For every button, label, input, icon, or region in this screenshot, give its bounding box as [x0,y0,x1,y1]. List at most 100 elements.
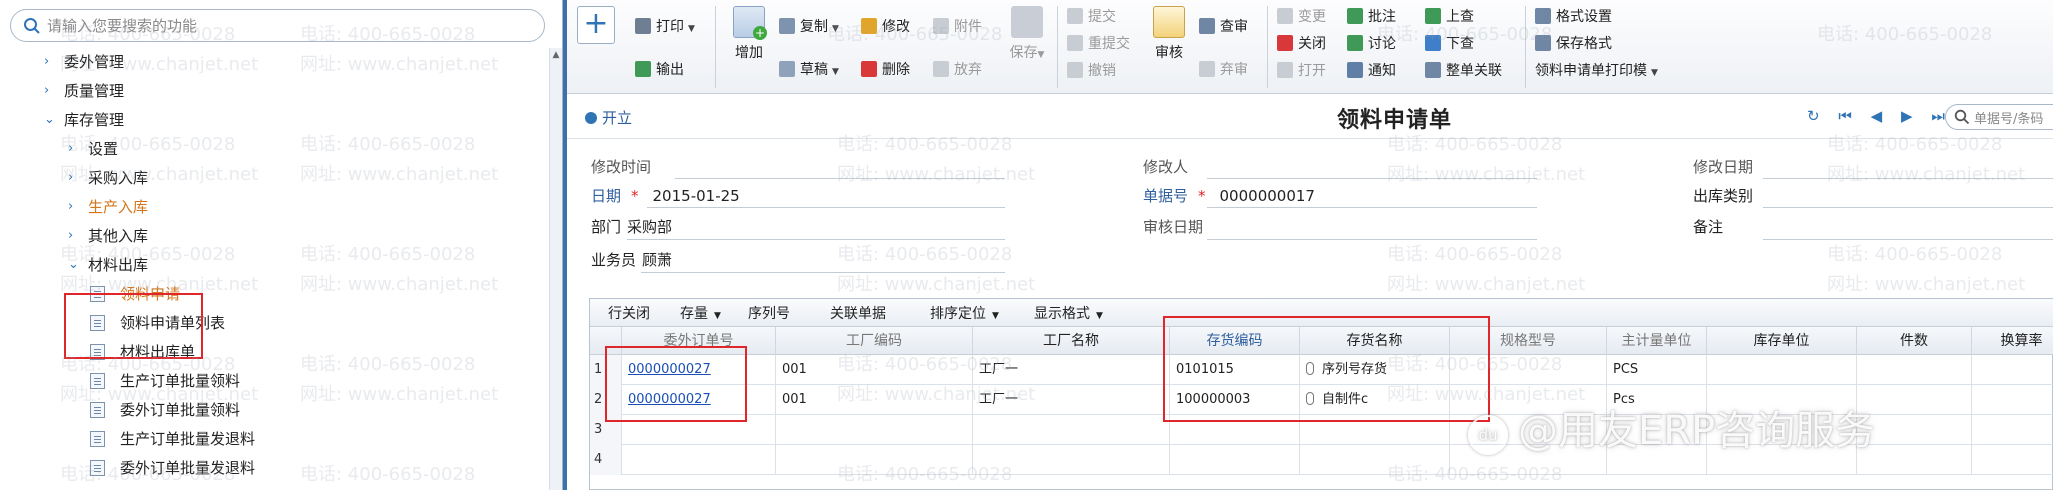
stock-unit-cell[interactable] [1707,445,1857,475]
date-value[interactable]: 2015-01-25 [653,187,740,205]
factory-name-cell[interactable]: 工厂一 [973,385,1170,415]
last-record-icon[interactable]: ⏭ [1931,107,1945,125]
function-search-input[interactable] [47,14,537,38]
main-unit-cell[interactable]: PCS [1607,355,1707,385]
modify-date-field: 修改日期 [1693,158,1754,176]
conversion-rate-cell[interactable] [1972,415,2053,445]
factory-name-cell[interactable] [973,415,1170,445]
watermark-text: 电话: 400-665-0028 [300,464,476,485]
bill-no-value[interactable]: 0000000017 [1220,187,1315,205]
department-field[interactable]: 部门 采购部 [591,214,672,240]
review-button[interactable]: 查审 [1199,16,1248,38]
stock-unit-cell[interactable] [1707,415,1857,445]
inventory-code-cell[interactable] [1170,445,1300,475]
pieces-cell[interactable] [1857,355,1972,385]
pieces-cell[interactable] [1857,385,1972,415]
change-button[interactable]: 变更 [1277,6,1326,28]
sort-locate-button[interactable]: 排序定位 ▼ [930,303,999,323]
out-type-field[interactable]: 出库类别 [1693,183,1753,209]
bill-no-field[interactable]: 单据号 * 0000000017 [1143,183,1315,209]
abandon-button[interactable]: 放弃 [933,59,982,81]
first-record-icon[interactable]: ⏮ [1838,107,1852,125]
col-header-factory-name[interactable]: 工厂名称 [973,327,1170,355]
prev-query-button[interactable]: 上查 [1425,6,1474,28]
format-setting-button[interactable]: 格式设置 [1535,6,1612,28]
factory-name-cell[interactable] [973,445,1170,475]
delete-button[interactable]: 删除 [861,59,910,81]
tree-scrollbar[interactable]: ▲ [549,48,562,490]
submit-button[interactable]: 提交 [1067,6,1116,28]
attachment-button[interactable]: 附件 [933,16,982,38]
add-button[interactable]: + 增加 [727,6,771,62]
factory-code-cell[interactable] [776,445,973,475]
next-query-button[interactable]: 下查 [1425,33,1474,55]
date-field[interactable]: 日期 * 2015-01-25 [591,183,740,209]
display-format-button[interactable]: 显示格式 ▼ [1034,303,1103,323]
order-no-cell[interactable] [622,445,776,475]
required-mark: * [631,187,639,205]
refresh-icon[interactable]: ↻ [1807,107,1820,125]
col-header-pieces[interactable]: 件数 [1857,327,1972,355]
discuss-button[interactable]: 讨论 [1347,33,1396,55]
copy-button[interactable]: 复制 ▼ [779,16,839,38]
col-header-conversion-rate[interactable]: 换算率 [1972,327,2053,355]
table-row[interactable]: 4 [590,445,2053,475]
audit-button[interactable]: 审核 [1147,6,1191,62]
print-button[interactable]: 打印 ▼ [635,16,695,38]
new-tab-button[interactable]: + [577,6,615,44]
stock-unit-cell[interactable] [1707,355,1857,385]
remark-field[interactable]: 备注 [1693,214,1723,240]
resubmit-button[interactable]: 重提交 [1067,33,1130,55]
main-unit-cell[interactable] [1607,445,1707,475]
paperclip-icon [933,18,949,34]
change-icon [1277,8,1293,24]
conversion-rate-cell[interactable] [1972,445,2053,475]
status-open-link[interactable]: 开立 [585,107,632,128]
factory-code-cell[interactable]: 001 [776,355,973,385]
bill-search-box[interactable]: 单据号/条码 [1945,104,2053,130]
function-search-box[interactable] [10,9,545,42]
main-unit-cell[interactable] [1607,415,1707,445]
print-template-select[interactable]: 领料申请单打印模 ▼ [1535,60,1658,82]
related-bill-button[interactable]: 关联单据 [830,303,886,323]
pieces-cell[interactable] [1857,415,1972,445]
toolbar-separator [1267,6,1268,88]
notify-button[interactable]: 通知 [1347,60,1396,82]
stock-unit-cell[interactable] [1707,385,1857,415]
factory-name-cell[interactable]: 工厂一 [973,355,1170,385]
department-value[interactable]: 采购部 [627,218,672,236]
col-header-stock-unit[interactable]: 库存单位 [1707,327,1857,355]
link-bill-button[interactable]: 整单关联 [1425,60,1502,82]
export-button[interactable]: 输出 [635,59,684,81]
stock-qty-button[interactable]: 存量 ▼ [680,303,721,323]
watermark-text: 电话: 400-665-0028 [837,244,1013,265]
next-record-icon[interactable]: ▶ [1901,107,1913,125]
scroll-up-arrow-icon[interactable]: ▲ [551,50,561,60]
save-format-button[interactable]: 保存格式 [1535,33,1612,55]
chevron-down-icon: ⌄ [68,257,79,272]
pieces-cell[interactable] [1857,445,1972,475]
modify-button[interactable]: 修改 [861,16,910,38]
annotate-button[interactable]: 批注 [1347,6,1396,28]
factory-code-cell[interactable] [776,415,973,445]
clerk-value[interactable]: 顾萧 [642,251,672,269]
discard-audit-button[interactable]: 弃审 [1199,59,1248,81]
close-bill-button[interactable]: 关闭 [1277,33,1326,55]
col-header-main-unit[interactable]: 主计量单位 [1607,327,1707,355]
audit-date-field: 审核日期 [1143,218,1204,236]
main-unit-cell[interactable]: Pcs [1607,385,1707,415]
col-header-factory-code[interactable]: 工厂编码 [776,327,973,355]
draft-button[interactable]: 草稿 ▼ [779,59,839,81]
spec-cell[interactable] [1450,445,1607,475]
prev-record-icon[interactable]: ◀ [1871,107,1883,125]
clerk-field[interactable]: 业务员 顾萧 [591,247,672,273]
revoke-button[interactable]: 撤销 [1067,60,1116,82]
save-button[interactable]: 保存▼ [1007,6,1047,62]
factory-code-cell[interactable]: 001 [776,385,973,415]
serial-no-button[interactable]: 序列号 [748,303,790,323]
conversion-rate-cell[interactable] [1972,385,2053,415]
open-bill-button[interactable]: 打开 [1277,60,1326,82]
conversion-rate-cell[interactable] [1972,355,2053,385]
row-close-button[interactable]: 行关闭 [608,303,650,323]
inventory-name-cell[interactable] [1300,445,1450,475]
